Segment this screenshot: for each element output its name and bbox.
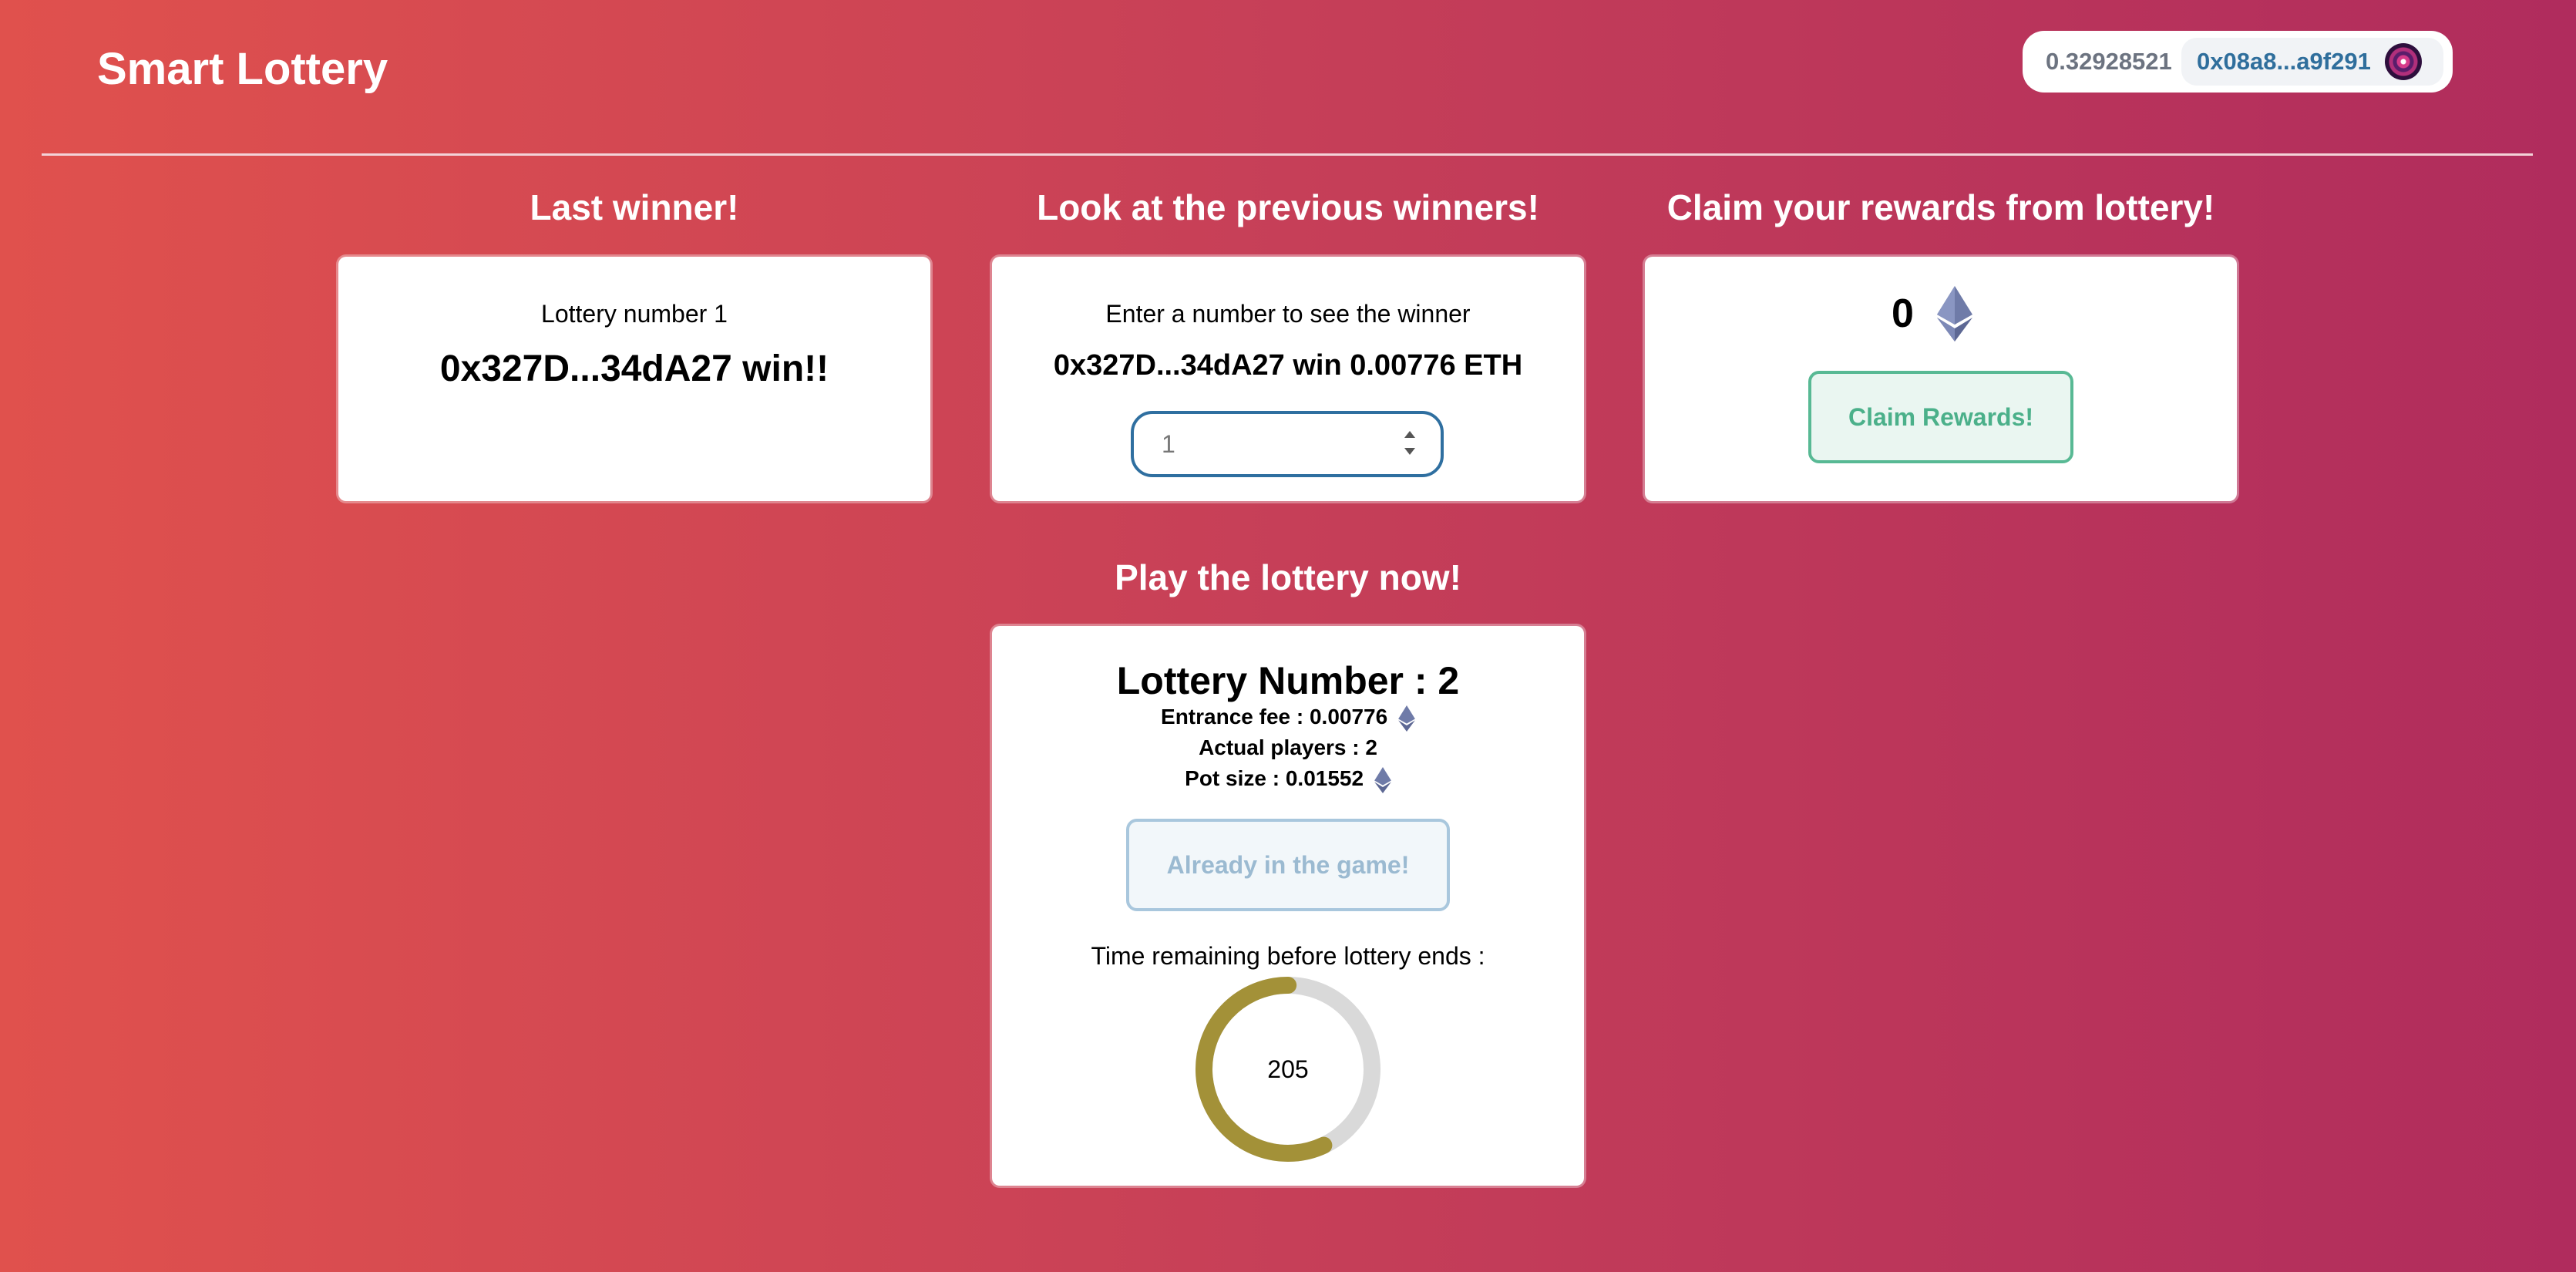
previous-winner-result: 0x327D...34dA27 win 0.00776 ETH <box>1053 349 1523 382</box>
claim-rewards-title: Claim your rewards from lottery! <box>1666 187 2215 227</box>
last-winner-lottery-label: Lottery number 1 <box>541 300 728 328</box>
header-divider <box>42 153 2533 156</box>
wallet-address: 0x08a8...a9f291 <box>2197 48 2371 75</box>
previous-winners-title: Look at the previous winners! <box>1037 187 1539 227</box>
lottery-number: Lottery Number : 2 <box>1116 659 1460 702</box>
pot-size: Pot size : 0.01552 <box>1185 766 1364 790</box>
ethereum-icon <box>1398 705 1415 732</box>
stepper-up-icon[interactable] <box>1404 431 1415 438</box>
play-lottery-title: Play the lottery now! <box>1115 557 1461 597</box>
claim-rewards-button[interactable]: Claim Rewards! <box>1808 371 2073 463</box>
entrance-fee-row: Entrance fee : 0.00776 <box>992 705 1584 732</box>
previous-winners-card: Enter a number to see the winner 0x327D.… <box>992 257 1584 501</box>
number-stepper[interactable] <box>1401 426 1419 462</box>
app-title: Smart Lottery <box>97 44 388 94</box>
last-winner-text: 0x327D...34dA27 win!! <box>439 348 829 389</box>
ethereum-icon <box>1374 766 1391 793</box>
last-winner-card: Lottery number 1 0x327D...34dA27 win!! <box>338 257 930 501</box>
lottery-number-input[interactable] <box>1131 411 1444 477</box>
claim-rewards-card: 0 Claim Rewards! <box>1645 257 2237 501</box>
ethereum-icon <box>1936 286 1972 342</box>
avatar <box>2384 43 2422 80</box>
entrance-fee: Entrance fee : 0.00776 <box>1161 705 1388 729</box>
time-remaining-label: Time remaining before lottery ends : <box>1091 942 1485 970</box>
actual-players: Actual players : 2 <box>1199 735 1377 759</box>
previous-winners-prompt: Enter a number to see the winner <box>1105 300 1471 328</box>
countdown-timer: 205 <box>1192 973 1384 1166</box>
pot-size-row: Pot size : 0.01552 <box>992 766 1584 793</box>
wallet-balance: 0.32928521 <box>2046 48 2172 75</box>
play-lottery-card: Lottery Number : 2 Entrance fee : 0.0077… <box>992 626 1584 1186</box>
wallet-widget[interactable]: 0.32928521 0x08a8...a9f291 <box>2023 31 2453 93</box>
last-winner-title: Last winner! <box>530 187 739 227</box>
wallet-address-button[interactable]: 0x08a8...a9f291 <box>2181 38 2443 86</box>
time-remaining-value: 205 <box>1267 1055 1309 1083</box>
join-game-button[interactable]: Already in the game! <box>1126 819 1450 911</box>
lottery-number-field[interactable] <box>1160 429 1394 459</box>
claim-amount: 0 <box>1892 291 1914 336</box>
stepper-down-icon[interactable] <box>1404 448 1415 455</box>
